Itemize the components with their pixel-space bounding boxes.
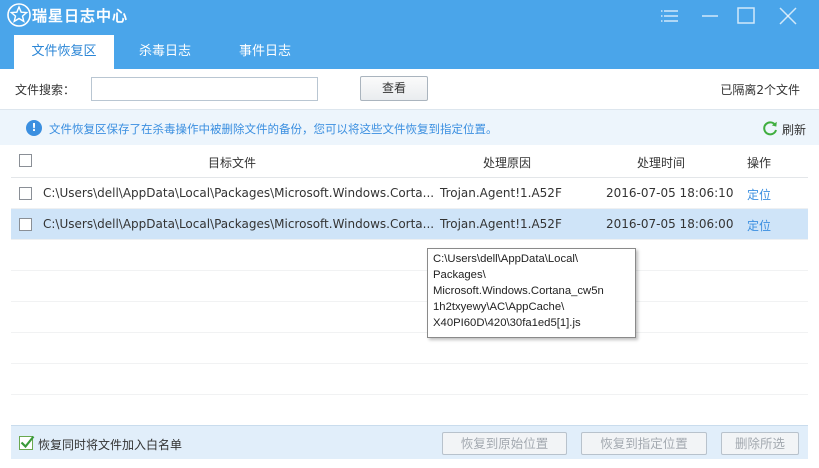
process-time: 2016-07-05 18:06:00 [606, 217, 734, 231]
info-bar: ! 文件恢复区保存了在杀毒操作中被删除文件的备份，您可以将这些文件恢复到指定位置… [0, 109, 819, 145]
search-label: 文件搜索： [15, 83, 76, 97]
process-time: 2016-07-05 18:06:10 [606, 186, 734, 200]
whitelist-label: 恢复同时将文件加入白名单 [38, 438, 183, 452]
refresh-label: 刷新 [782, 123, 807, 137]
whitelist-checkbox[interactable] [19, 435, 35, 450]
tooltip-line: Microsoft.Windows.Cortana_cw5n [433, 285, 604, 297]
select-all-checkbox[interactable] [19, 154, 32, 167]
isolated-count: 已隔离2个文件 [720, 83, 800, 97]
tab-file-recovery[interactable]: 文件恢复区 [14, 35, 114, 69]
tooltip-line: Packages\ [433, 269, 486, 281]
search-row: 文件搜索： 查看 已隔离2个文件 [0, 69, 819, 109]
search-input[interactable] [91, 77, 318, 101]
tab-antivirus-log[interactable]: 杀毒日志 [120, 35, 210, 69]
view-button[interactable]: 查看 [360, 76, 428, 101]
empty-row [11, 271, 808, 302]
header-reason: 处理原因 [483, 156, 532, 170]
restore-original-button[interactable]: 恢复到原始位置 [442, 432, 567, 455]
title-bar: 瑞星日志中心 [0, 0, 819, 32]
quarantine-table: 目标文件 处理原因 处理时间 操作 C:\Users\dell\AppData\… [11, 145, 808, 426]
row-checkbox[interactable] [19, 187, 32, 200]
table-header: 目标文件 处理原因 处理时间 操作 [11, 145, 808, 178]
menu-icon[interactable] [658, 4, 682, 28]
table-row[interactable]: C:\Users\dell\AppData\Local\Packages\Mic… [11, 178, 808, 209]
empty-row [11, 395, 808, 426]
tab-event-log[interactable]: 事件日志 [220, 35, 310, 69]
file-path-tooltip: C:\Users\dell\AppData\Local\ Packages\ M… [427, 248, 636, 338]
rising-lion-logo-icon [7, 3, 31, 27]
reason: Trojan.Agent!1.A52F [440, 186, 562, 200]
reason: Trojan.Agent!1.A52F [440, 217, 562, 231]
header-target-file: 目标文件 [208, 156, 257, 170]
delete-selected-button[interactable]: 删除所选 [721, 432, 799, 455]
empty-row [11, 333, 808, 364]
file-path: C:\Users\dell\AppData\Local\Packages\Mic… [43, 217, 433, 231]
restore-specified-button[interactable]: 恢复到指定位置 [581, 432, 707, 455]
tab-bar: 文件恢复区 杀毒日志 事件日志 [0, 32, 819, 69]
info-icon: ! [26, 120, 42, 136]
row-checkbox[interactable] [19, 218, 32, 231]
refresh-icon [763, 121, 777, 136]
locate-link[interactable]: 定位 [747, 186, 771, 203]
empty-row [11, 240, 808, 271]
footer-bar: 恢复同时将文件加入白名单 恢复到原始位置 恢复到指定位置 删除所选 [11, 425, 808, 459]
tooltip-line: X40PI60D\420\30fa1ed5[1].js [433, 317, 581, 329]
header-time: 处理时间 [637, 156, 686, 170]
empty-row [11, 364, 808, 395]
check-icon [20, 435, 35, 449]
minimize-icon[interactable] [698, 4, 722, 28]
table-row[interactable]: C:\Users\dell\AppData\Local\Packages\Mic… [11, 209, 808, 240]
locate-link[interactable]: 定位 [747, 217, 771, 234]
refresh-button[interactable]: 刷新 [761, 119, 811, 137]
maximize-icon[interactable] [734, 4, 758, 28]
file-path: C:\Users\dell\AppData\Local\Packages\Mic… [43, 186, 433, 200]
info-text: 文件恢复区保存了在杀毒操作中被删除文件的备份，您可以将这些文件恢复到指定位置。 [49, 122, 498, 136]
header-action: 操作 [747, 156, 772, 170]
tooltip-line: 1h2txyewy\AC\AppCache\ [433, 301, 565, 313]
app-title: 瑞星日志中心 [32, 7, 129, 25]
tooltip-line: C:\Users\dell\AppData\Local\ [433, 253, 579, 265]
close-icon[interactable] [776, 4, 800, 28]
empty-row [11, 302, 808, 333]
